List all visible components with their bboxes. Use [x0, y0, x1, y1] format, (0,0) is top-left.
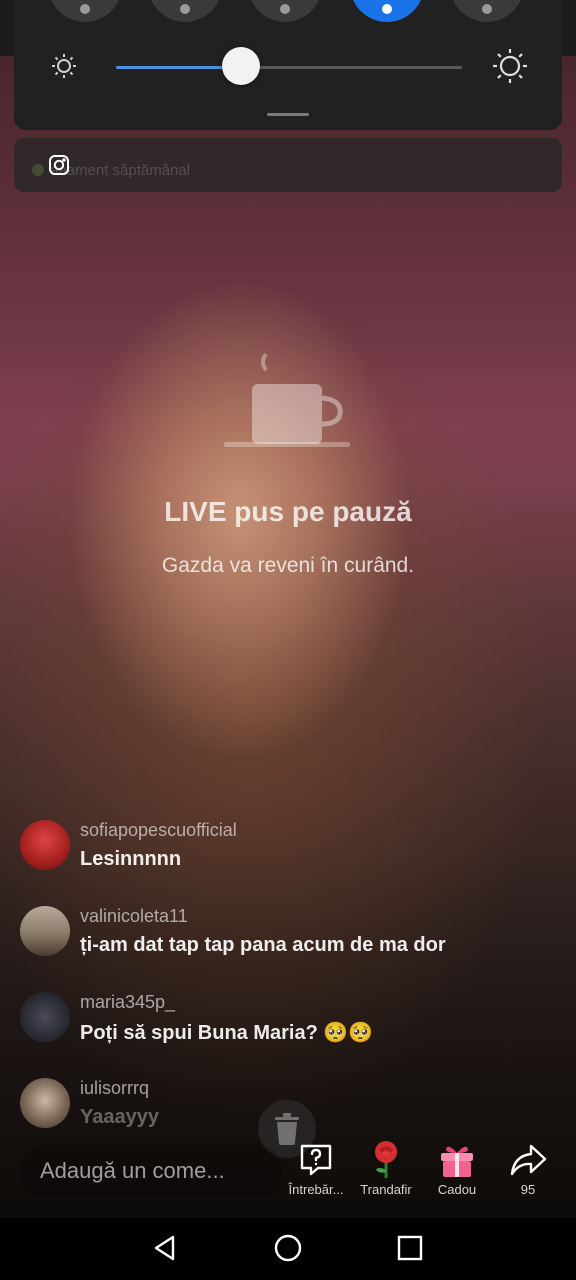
gift-label: Cadou	[437, 1182, 477, 1197]
comment-input[interactable]: Adaugă un come...	[20, 1144, 282, 1198]
instagram-icon	[48, 154, 70, 181]
comment-item[interactable]: valinicoleta11 ți-am dat tap tap pana ac…	[20, 906, 560, 976]
rose-label: Trandafir	[360, 1182, 412, 1197]
avatar[interactable]	[20, 906, 70, 956]
avatar[interactable]	[20, 992, 70, 1042]
comment-text: ți-am dat tap tap pana acum de ma dor	[80, 934, 446, 956]
brightness-slider-thumb[interactable]	[221, 47, 260, 85]
notification-app-dot	[32, 164, 44, 176]
notification-text: aaament săptămânal	[50, 162, 191, 179]
home-button[interactable]	[270, 1232, 306, 1268]
comment-username[interactable]: sofiapopescuofficial	[80, 820, 237, 841]
gift-icon	[422, 1140, 492, 1180]
back-button[interactable]	[147, 1232, 183, 1268]
share-icon	[493, 1140, 563, 1180]
comment-username[interactable]: valinicoleta11	[80, 906, 188, 927]
questions-button[interactable]: Întrebăr...	[281, 1140, 351, 1197]
live-paused-title: LIVE pus pe pauză	[164, 496, 412, 527]
gift-button[interactable]: Cadou	[422, 1140, 492, 1197]
comment-text: Yaaayyy	[80, 1106, 159, 1128]
coffee-cup-icon	[224, 348, 354, 463]
questions-label: Întrebăr...	[288, 1182, 344, 1197]
comment-username[interactable]: iulisorrrq	[80, 1078, 149, 1099]
quick-tile-flashlight[interactable]	[248, 0, 322, 22]
system-nav-bar	[0, 1218, 576, 1280]
share-count: 95	[520, 1182, 536, 1197]
quick-settings-panel	[14, 0, 562, 130]
comment-item[interactable]: maria345p_ Poți să spui Buna Maria? 🥺🥺	[20, 992, 560, 1062]
brightness-high-icon	[492, 48, 528, 89]
brightness-low-icon	[50, 52, 78, 85]
share-button[interactable]: 95	[493, 1140, 563, 1197]
quick-tile-wifi[interactable]	[48, 0, 122, 22]
home-icon	[273, 1233, 303, 1268]
rose-icon	[351, 1140, 421, 1180]
recents-icon	[397, 1235, 423, 1266]
quick-tile-location[interactable]	[350, 0, 424, 22]
comment-username[interactable]: maria345p_	[80, 992, 175, 1013]
quick-tile-bluetooth[interactable]	[148, 0, 222, 22]
comment-text: Poți să spui Buna Maria? 🥺🥺	[80, 1022, 374, 1044]
recents-button[interactable]	[392, 1232, 428, 1268]
avatar[interactable]	[20, 1078, 70, 1128]
notification-card[interactable]: aaament săptămânal	[14, 138, 562, 192]
question-icon	[281, 1140, 351, 1180]
back-icon	[151, 1234, 179, 1267]
comment-text: Lesinnnnn	[80, 848, 182, 870]
comment-item[interactable]: sofiapopescuofficial Lesinnnnn	[20, 820, 560, 890]
quick-tile-rotate[interactable]	[450, 0, 524, 22]
brightness-slider[interactable]	[116, 47, 462, 85]
avatar[interactable]	[20, 820, 70, 870]
live-paused-subtitle: Gazda va reveni în curând.	[161, 554, 415, 577]
panel-drag-handle[interactable]	[267, 113, 309, 116]
rose-gift-button[interactable]: Trandafir	[351, 1140, 421, 1197]
